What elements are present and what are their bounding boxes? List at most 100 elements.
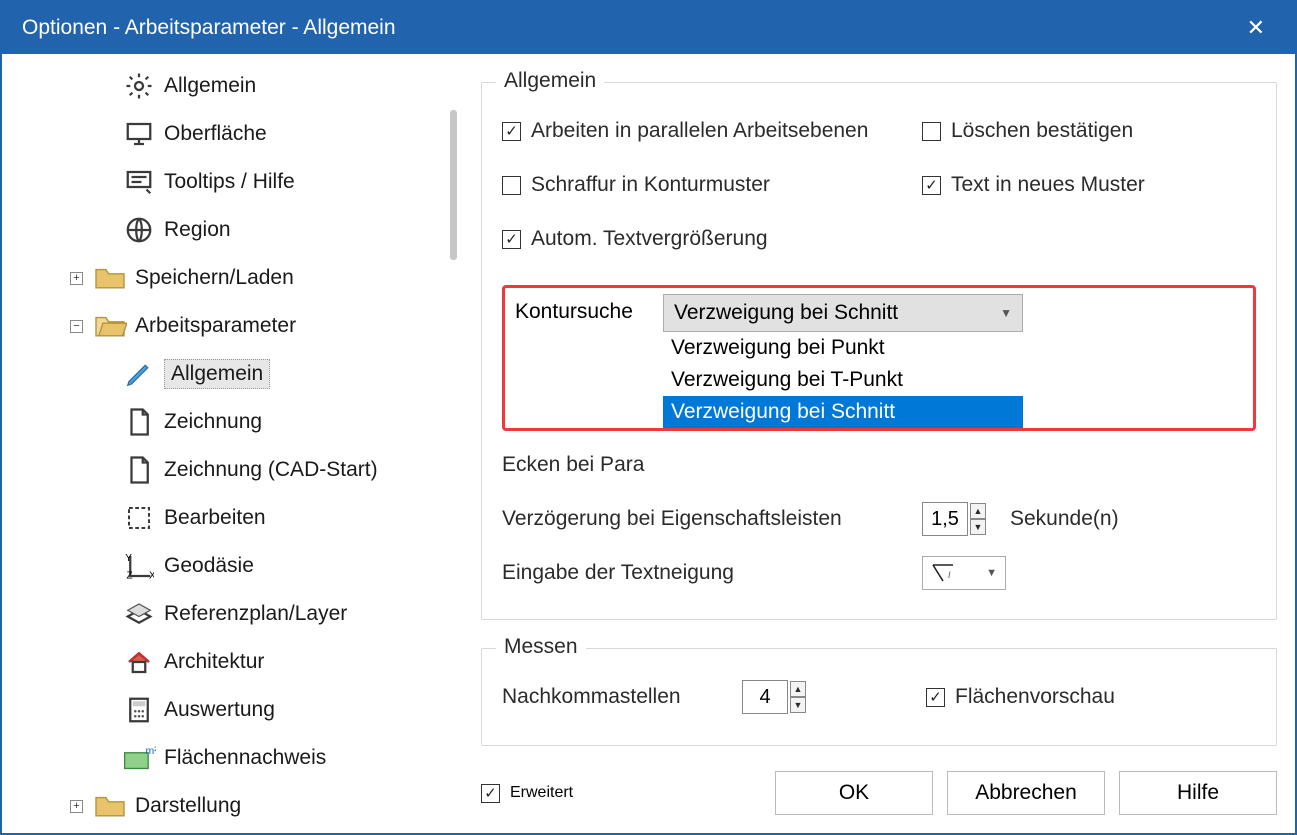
tree-item[interactable]: Oberfläche [10, 110, 459, 158]
help-button[interactable]: Hilfe [1119, 771, 1277, 815]
axes-icon: YZ X [122, 549, 156, 583]
svg-text:Z: Z [127, 571, 133, 582]
tree-item[interactable]: Zeichnung [10, 398, 459, 446]
group-messen-legend: Messen [496, 635, 586, 659]
tree-item[interactable]: Referenzplan/Layer [10, 590, 459, 638]
page-icon [122, 453, 156, 487]
tree-item-label: Allgemein [164, 359, 270, 389]
tree-item-label: Tooltips / Hilfe [164, 170, 295, 194]
globe-icon [122, 213, 156, 247]
delay-stepper[interactable]: ▲ ▼ [922, 502, 986, 536]
tree-toggle-icon[interactable]: + [70, 800, 83, 813]
checkbox-delete-confirm[interactable] [922, 122, 941, 141]
options-window: Optionen - Arbeitsparameter - Allgemein … [0, 0, 1297, 835]
decimals-label: Nachkommastellen [502, 685, 742, 709]
checkbox-parallel[interactable]: ✓ [502, 122, 521, 141]
tree-item[interactable]: Allgemein [10, 62, 459, 110]
ok-button[interactable]: OK [775, 771, 933, 815]
decimals-stepper[interactable]: ▲ ▼ [742, 680, 806, 714]
tree-item[interactable]: Tooltips / Hilfe [10, 158, 459, 206]
text-slant-dropdown[interactable]: I ▼ [922, 556, 1006, 590]
corners-parallel-label: Ecken bei Para [502, 453, 644, 477]
nav-tree[interactable]: Allgemein Oberfläche Tooltips / Hilfe Regio… [10, 62, 459, 830]
kontursuche-highlight: Kontursuche Verzweigung bei Schnitt ▼ Ve… [502, 285, 1256, 431]
checkbox-text-new-pattern-label: Text in neues Muster [951, 173, 1145, 197]
checkbox-text-new-pattern[interactable]: ✓ [922, 176, 941, 195]
delay-label: Verzögerung bei Eigenschaftsleisten [502, 507, 922, 531]
tree-item[interactable]: Architektur [10, 638, 459, 686]
tree-item-label: Oberfläche [164, 122, 267, 146]
tree-item[interactable]: Zeichnung (CAD-Start) [10, 446, 459, 494]
delay-input[interactable] [922, 502, 968, 536]
text-slant-glyph-icon: I [931, 563, 959, 583]
checkbox-auto-textscale-label: Autom. Textvergrößerung [531, 227, 768, 251]
tree-item[interactable]: Allgemein [10, 350, 459, 398]
area-icon: m² [122, 741, 156, 775]
tree-toggle-icon[interactable]: − [70, 320, 83, 333]
group-messen: Messen Nachkommastellen ▲ ▼ ✓ Flächenvor… [481, 648, 1277, 746]
checkbox-hatch-label: Schraffur in Konturmuster [531, 173, 770, 197]
tooltip-icon [122, 165, 156, 199]
checkbox-parallel-label: Arbeiten in parallelen Arbeitsebenen [531, 119, 868, 143]
tree-item-label: Zeichnung [164, 410, 262, 434]
scrollbar-thumb[interactable] [450, 110, 457, 260]
group-allgemein: Allgemein ✓ Arbeiten in parallelen Arbei… [481, 82, 1277, 620]
tree-toggle-icon[interactable]: + [70, 272, 83, 285]
close-icon[interactable]: ✕ [1237, 11, 1275, 45]
tree-item-label: Architektur [164, 650, 264, 674]
nav-tree-pane: Allgemein Oberfläche Tooltips / Hilfe Regio… [2, 54, 463, 833]
checkbox-erweitert-label: Erweitert [510, 784, 573, 802]
tree-item-label: Referenzplan/Layer [164, 602, 347, 626]
svg-text:X: X [149, 571, 154, 582]
checkbox-auto-textscale[interactable]: ✓ [502, 230, 521, 249]
delay-spin-down-icon[interactable]: ▼ [970, 519, 986, 535]
folder-icon [93, 261, 127, 295]
pencil-icon [122, 357, 156, 391]
window-title: Optionen - Arbeitsparameter - Allgemein [22, 16, 1237, 40]
select-icon [122, 501, 156, 535]
checkbox-area-preview-label: Flächenvorschau [955, 685, 1115, 709]
decimals-input[interactable] [742, 680, 788, 714]
layers-icon [122, 597, 156, 631]
tree-item-label: Region [164, 218, 231, 242]
decimals-spin-up-icon[interactable]: ▲ [790, 681, 806, 697]
tree-item[interactable]: Region [10, 206, 459, 254]
tree-item-label: Bearbeiten [164, 506, 266, 530]
kontursuche-options-list: Verzweigung bei Punkt Verzweigung bei T-… [663, 332, 1023, 428]
tree-item[interactable]: + Speichern/Laden [10, 254, 459, 302]
tree-item-label: Zeichnung (CAD-Start) [164, 458, 378, 482]
tree-item[interactable]: YZXGeodäsie [10, 542, 459, 590]
monitor-icon [122, 117, 156, 151]
delay-spin-up-icon[interactable]: ▲ [970, 503, 986, 519]
tree-item[interactable]: −Arbeitsparameter [10, 302, 459, 350]
chevron-down-icon: ▼ [1000, 306, 1012, 320]
tree-item-label: Speichern/Laden [135, 266, 294, 290]
tree-item-label: Allgemein [164, 74, 256, 98]
tree-item[interactable]: m² Flächennachweis [10, 734, 459, 782]
group-allgemein-legend: Allgemein [496, 69, 604, 93]
kontursuche-option-tpunkt[interactable]: Verzweigung bei T-Punkt [663, 364, 1023, 396]
checkbox-area-preview[interactable]: ✓ [926, 688, 945, 707]
tree-item[interactable]: Auswertung [10, 686, 459, 734]
titlebar: Optionen - Arbeitsparameter - Allgemein … [2, 2, 1295, 54]
kontursuche-option-schnitt[interactable]: Verzweigung bei Schnitt [663, 396, 1023, 428]
calc-icon [122, 693, 156, 727]
page-icon [122, 405, 156, 439]
cancel-button[interactable]: Abbrechen [947, 771, 1105, 815]
kontursuche-option-punkt[interactable]: Verzweigung bei Punkt [663, 332, 1023, 364]
folder-o-icon [93, 309, 127, 343]
tree-item-label: Auswertung [164, 698, 275, 722]
decimals-spin-down-icon[interactable]: ▼ [790, 697, 806, 713]
kontursuche-label: Kontursuche [515, 294, 663, 324]
checkbox-erweitert[interactable]: ✓ [481, 784, 500, 803]
kontursuche-selected[interactable]: Verzweigung bei Schnitt ▼ [663, 294, 1023, 332]
tree-item[interactable]: + Darstellung [10, 782, 459, 830]
kontursuche-dropdown[interactable]: Verzweigung bei Schnitt ▼ Verzweigung be… [663, 294, 1023, 428]
tree-item-label: Darstellung [135, 794, 241, 818]
svg-text:Y: Y [125, 553, 132, 564]
tree-item[interactable]: Bearbeiten [10, 494, 459, 542]
text-slant-label: Eingabe der Textneigung [502, 561, 922, 585]
tree-item-label: Flächennachweis [164, 746, 326, 770]
house-icon [122, 645, 156, 679]
checkbox-hatch[interactable] [502, 176, 521, 195]
